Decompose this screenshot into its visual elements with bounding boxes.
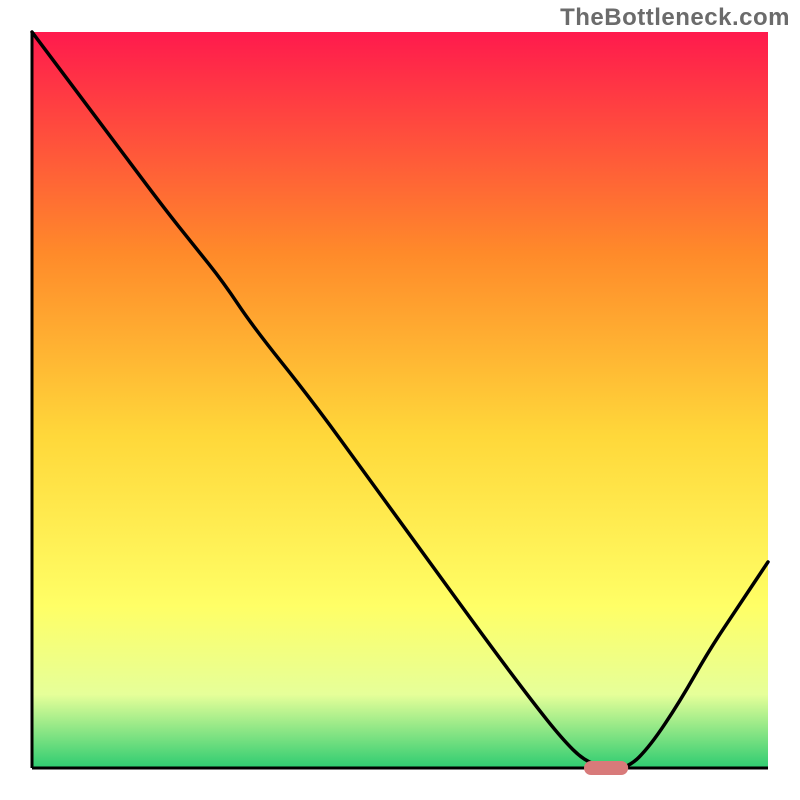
minimum-marker bbox=[584, 761, 628, 775]
plot-background bbox=[32, 32, 768, 768]
watermark-text: TheBottleneck.com bbox=[560, 4, 790, 32]
bottleneck-chart: TheBottleneck.com bbox=[0, 0, 800, 800]
chart-svg bbox=[0, 0, 800, 800]
